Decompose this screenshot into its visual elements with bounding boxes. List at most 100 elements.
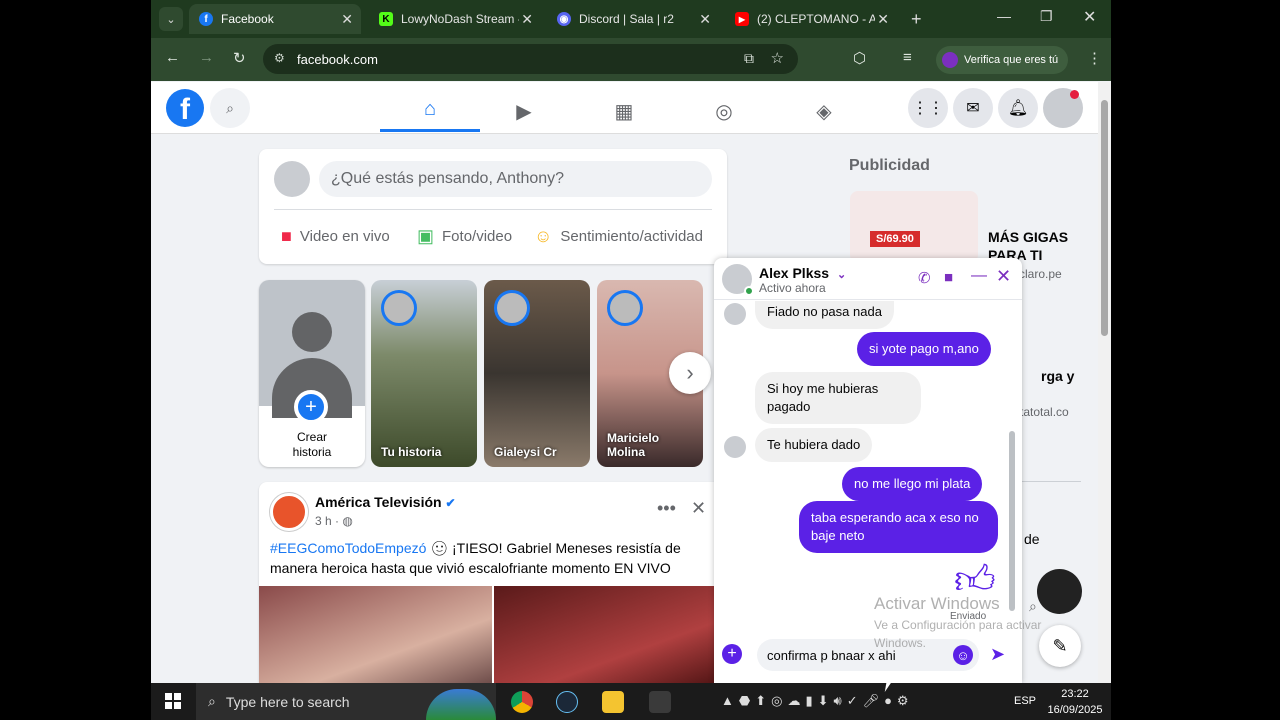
emoji-icon: 🙂︎ [430,540,449,556]
message-bubble: no me llego mi plata [842,467,983,501]
story-card[interactable]: Gialeysi Cr [484,280,590,467]
tab-facebook[interactable]: f Facebook ✕ [189,4,361,34]
contacts-search-icon[interactable]: ⌕ [1029,598,1037,615]
phone-call-icon[interactable]: ✆ [918,269,931,287]
facebook-favicon-icon: f [199,12,213,26]
windows-start-icon[interactable] [165,693,181,709]
verified-badge-icon: ✔ [445,496,456,510]
search-icon[interactable]: ⌕ [210,88,250,128]
video-call-icon[interactable]: ■ [944,269,953,286]
photo-video-button[interactable]: ▣ Foto/video [417,226,512,247]
facebook-logo-icon[interactable]: f [166,89,204,127]
kick-favicon-icon: K [379,12,393,26]
feeling-button[interactable]: ☺ Sentimiento/actividad [534,226,703,247]
messenger-icon[interactable]: ✉ [953,88,993,128]
add-story-icon[interactable]: + [294,390,328,424]
tab-title: (2) CLEPTOMANO - AL [757,12,875,26]
install-app-icon[interactable]: ⧉ [744,50,754,67]
post-time[interactable]: 3 h · ◍ [315,514,353,528]
start-pane-4 [174,702,181,709]
post-author[interactable]: América Televisión ✔ [315,494,456,510]
close-chat-icon[interactable]: ✕ [996,266,1011,287]
page-avatar[interactable] [270,493,308,531]
post-image-left[interactable] [259,586,492,683]
search-highlight-icon [426,689,496,720]
nav-gaming-icon[interactable]: ◈ [774,90,874,132]
contact-name[interactable]: Alex Plkss ⌄ [759,265,846,281]
notifications-bell-icon[interactable]: 🔔︎ [998,88,1038,128]
post-hashtag[interactable]: #EEGComoTodoEmpezó [270,540,426,556]
live-video-button[interactable]: ■ Video en vivo [281,226,390,247]
tab-kick[interactable]: K LowyNoDash Stream - ✕ [369,4,541,34]
menu-grid-icon[interactable]: ⋮⋮ [908,88,948,128]
sidebar-text-fragment: de [1024,531,1040,547]
message-bubble: Si hoy me hubieras pagado [755,372,921,424]
close-window-icon[interactable]: ✕ [1083,7,1096,27]
address-bar[interactable]: ⚙ facebook.com ⧉ ☆ [263,44,798,74]
feed-post: América Televisión ✔ 3 h · ◍ ••• ✕ #EEGC… [259,482,727,683]
close-tab-icon[interactable]: ✕ [341,11,353,28]
chat-scrollbar[interactable] [1008,301,1016,635]
live-video-icon: ■ [281,226,292,246]
add-attachment-icon[interactable]: + [722,644,742,664]
close-post-icon[interactable]: ✕ [691,498,706,519]
nav-marketplace-icon[interactable]: ▦ [574,90,674,132]
tab-search-button[interactable]: ⌄ [159,7,183,31]
taskbar-search[interactable]: ⌕ Type here to search [196,683,496,720]
activate-windows-subtitle: Ve a Configuración para activar Windows. [874,618,1042,650]
nav-home-icon[interactable]: ⌂ [380,90,480,132]
media-controls-icon[interactable]: ≡ [903,49,912,66]
system-tray-icons[interactable]: ▲⬣⬆◎☁▮⬇🔊︎✓🎤︎●⚙ [721,693,914,709]
close-tab-icon[interactable]: ✕ [699,11,711,28]
create-story-card[interactable]: + Crear historia [259,280,365,467]
ad-image[interactable]: S/69.90 [850,191,978,263]
post-options-icon[interactable]: ••• [657,498,676,519]
minimize-icon[interactable]: — [997,8,1011,24]
contact-status: Activo ahora [759,281,826,295]
close-tab-icon[interactable]: ✕ [521,11,533,28]
steam-taskbar-icon[interactable] [556,691,578,713]
tab-youtube[interactable]: ▶ (2) CLEPTOMANO - AL ✕ [725,4,897,34]
forward-icon[interactable]: → [199,49,214,66]
composer-input[interactable]: ¿Qué estás pensando, Anthony? [319,161,712,197]
post-image-right[interactable] [494,586,727,683]
nav-video-icon[interactable]: ▶ [474,90,574,132]
bookmark-star-icon[interactable]: ☆ [771,49,784,67]
clock-time: 23:22 [1061,688,1089,700]
close-tab-icon[interactable]: ✕ [877,11,889,28]
chat-scrollbar-thumb[interactable] [1009,431,1015,611]
feeling-label: Sentimiento/actividad [560,228,703,245]
chrome-taskbar-icon[interactable] [511,691,533,713]
floating-chat-head[interactable] [1037,569,1082,614]
tab-title: Discord | Sala | r2 [579,12,674,26]
reload-icon[interactable]: ↻ [233,49,246,67]
globe-icon: ◍ [342,514,353,528]
page-scrollbar[interactable] [1098,82,1111,683]
ad2-title-fragment[interactable]: rga y [1041,368,1074,384]
nav-groups-icon[interactable]: ◎ [674,90,774,132]
minimize-chat-icon[interactable]: — [971,267,987,285]
back-icon[interactable]: ← [165,49,180,66]
stories-next-arrow-icon[interactable]: › [669,352,711,394]
star-app-taskbar-icon[interactable] [602,691,624,713]
story-name: Maricielo Molina [607,431,660,459]
extensions-icon[interactable]: ⬡ [853,49,866,67]
language-indicator[interactable]: ESP [1014,695,1036,707]
clock[interactable]: 23:22 16/09/2025 [1047,686,1103,718]
chevron-down-icon[interactable]: ⌄ [837,269,846,281]
photo-label: Foto/video [442,228,513,245]
story-card[interactable]: Tu historia [371,280,477,467]
live-label: Video en vivo [299,228,390,245]
more-menu-icon[interactable]: ⋮ [1087,49,1102,67]
story-avatar [381,290,417,326]
maximize-icon[interactable]: ❐ [1040,8,1053,25]
profile-verify-button[interactable]: Verifica que eres tú [936,46,1069,74]
tab-discord[interactable]: ◉ Discord | Sala | r2 ✕ [547,4,719,34]
new-tab-icon[interactable]: + [911,9,922,30]
contact-avatar-small [724,303,746,325]
scrollbar-thumb[interactable] [1101,100,1108,336]
site-settings-icon[interactable]: ⚙ [274,51,285,65]
app-taskbar-icon[interactable] [649,691,671,713]
url-text: facebook.com [297,51,378,67]
chat-header: Alex Plkss ⌄ Activo ahora ✆ ■ — ✕ [714,258,1022,300]
